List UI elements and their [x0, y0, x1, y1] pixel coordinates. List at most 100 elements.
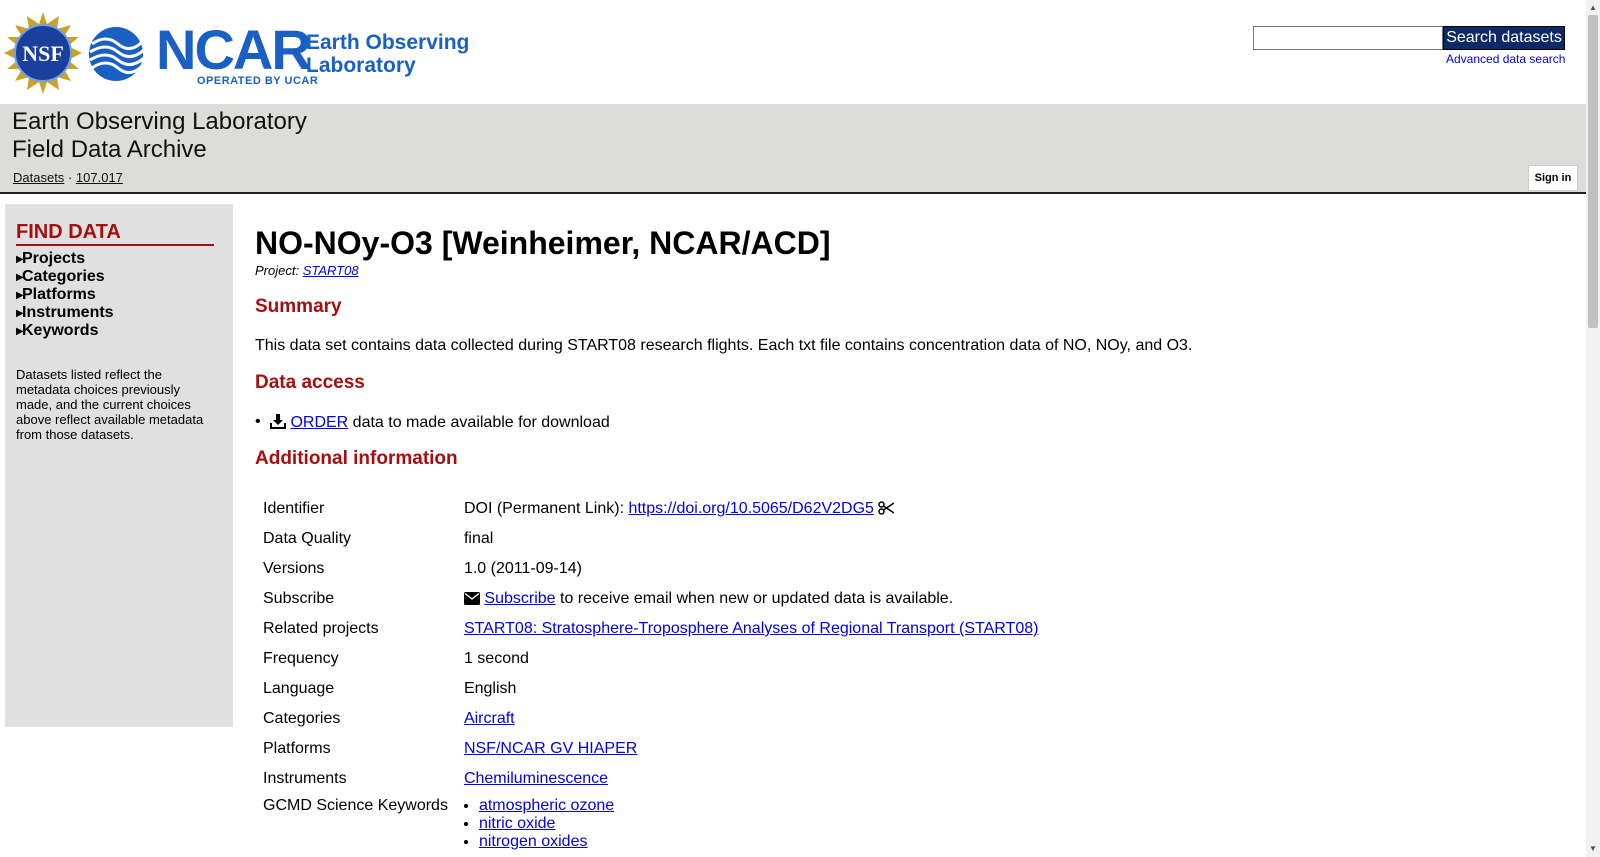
info-value: DOI (Permanent Link): https://doi.org/10…	[456, 494, 1047, 524]
info-row-categories: Categories Aircraft	[255, 704, 1046, 734]
project-prefix: Project:	[255, 263, 300, 278]
sign-in-button[interactable]: Sign in	[1528, 165, 1578, 191]
sidebar-note: Datasets listed reflect the metadata cho…	[16, 367, 204, 442]
info-value: 1 second	[463, 650, 529, 667]
info-row-platforms: Platforms NSF/NCAR GV HIAPER	[255, 734, 1046, 764]
instrument-link[interactable]: Chemiluminescence	[464, 770, 608, 787]
facet-label: Instruments	[22, 304, 114, 321]
keyword-item: atmospheric ozone	[479, 797, 1039, 815]
data-access-list: • ORDER data to made available for downl…	[255, 413, 610, 432]
envelope-icon	[463, 592, 480, 605]
breadcrumb-datasets-link[interactable]: Datasets	[13, 170, 64, 185]
search-datasets-button[interactable]: Search datasets	[1443, 26, 1565, 50]
keyword-item: nitrogen oxides	[479, 833, 1039, 851]
facet-projects[interactable]: ▶Projects	[16, 250, 114, 268]
facet-label: Platforms	[22, 286, 96, 303]
download-icon	[270, 414, 286, 429]
data-access-text: data to made available for download	[348, 414, 610, 431]
svg-text:NSF: NSF	[22, 41, 64, 66]
info-value: 1.0 (2011-09-14)	[463, 560, 582, 577]
info-row-identifier: Identifier DOI (Permanent Link): https:/…	[255, 494, 1046, 524]
scrollbar-thumb[interactable]	[1588, 15, 1598, 328]
project-line: Project: START08	[255, 263, 359, 278]
subscribe-link[interactable]: Subscribe	[484, 590, 555, 607]
summary-text: This data set contains data collected du…	[255, 337, 1193, 354]
ncar-logo-text[interactable]: NCAR	[156, 22, 312, 78]
info-value: final	[463, 530, 494, 547]
data-access-item: • ORDER data to made available for downl…	[255, 413, 610, 432]
eol-logo-line1[interactable]: Earth Observing	[306, 32, 469, 53]
additional-info-table: Identifier DOI (Permanent Link): https:/…	[255, 494, 1046, 851]
nsf-logo[interactable]: NSF	[2, 12, 84, 94]
info-label: Language	[263, 680, 335, 697]
category-link[interactable]: Aircraft	[464, 710, 515, 727]
info-row-language: Language English	[255, 674, 1046, 704]
info-label: Identifier	[263, 500, 325, 517]
facet-label: Categories	[22, 268, 105, 285]
info-label: Frequency	[263, 650, 339, 667]
info-value: Chemiluminescence	[456, 764, 1047, 794]
facet-instruments[interactable]: ▶Instruments	[16, 304, 114, 322]
site-banner: Earth Observing Laboratory Field Data Ar…	[0, 104, 1586, 194]
info-value: Subscribe to receive email when new or u…	[456, 584, 1047, 614]
site-subtitle: Field Data Archive	[12, 136, 207, 163]
info-label: Related projects	[263, 620, 379, 637]
breadcrumb-separator: ·	[67, 170, 73, 185]
info-value: atmospheric ozone nitric oxide nitrogen …	[456, 794, 1047, 851]
related-project-link[interactable]: START08: Stratosphere-Troposphere Analys…	[464, 620, 1039, 637]
scissors-icon[interactable]	[878, 501, 895, 515]
subscribe-text: to receive email when new or updated dat…	[555, 590, 954, 607]
facet-list: ▶Projects ▶Categories ▶Platforms ▶Instru…	[16, 250, 114, 340]
eol-logo-line2[interactable]: Laboratory	[306, 55, 416, 76]
info-value: NSF/NCAR GV HIAPER	[456, 734, 1047, 764]
info-value: English	[463, 680, 517, 697]
data-access-heading: Data access	[255, 372, 365, 393]
info-value: Aircraft	[456, 704, 1047, 734]
scroll-up-arrow-icon[interactable]: ▲	[1589, 3, 1597, 12]
ncar-operated-text: OPERATED BY UCAR	[197, 75, 319, 87]
project-link[interactable]: START08	[303, 263, 359, 278]
keyword-link[interactable]: nitric oxide	[479, 815, 555, 832]
ncar-globe-icon	[89, 27, 144, 81]
info-row-data-quality: Data Quality final	[255, 524, 1046, 554]
info-row-related-projects: Related projects START08: Stratosphere-T…	[255, 614, 1046, 644]
info-label: Data Quality	[263, 530, 352, 547]
additional-info-heading: Additional information	[255, 448, 458, 469]
info-row-frequency: Frequency 1 second	[255, 644, 1046, 674]
keyword-item: nitric oxide	[479, 815, 1039, 833]
info-label: GCMD Science Keywords	[263, 797, 448, 814]
page-title: NO-NOy-O3 [Weinheimer, NCAR/ACD]	[255, 225, 831, 261]
search-input[interactable]	[1253, 26, 1443, 50]
facet-label: Projects	[22, 250, 86, 267]
platform-link[interactable]: NSF/NCAR GV HIAPER	[464, 740, 637, 757]
info-row-gcmd-keywords: GCMD Science Keywords atmospheric ozone …	[255, 794, 1046, 851]
keyword-link[interactable]: nitrogen oxides	[479, 833, 588, 850]
info-value: START08: Stratosphere-Troposphere Analys…	[456, 614, 1047, 644]
scroll-down-arrow-icon[interactable]: ▼	[1589, 844, 1597, 853]
keyword-list: atmospheric ozone nitric oxide nitrogen …	[464, 797, 1039, 851]
site-title: Earth Observing Laboratory	[12, 108, 307, 135]
top-header: NSF NCAR OPERATED BY UCAR Earth Observin…	[0, 0, 1586, 104]
doi-link[interactable]: https://doi.org/10.5065/D62V2DG5	[628, 500, 874, 517]
info-label: Subscribe	[263, 590, 335, 607]
facet-label: Keywords	[22, 322, 99, 339]
info-row-versions: Versions 1.0 (2011-09-14)	[255, 554, 1046, 584]
advanced-search-link[interactable]: Advanced data search	[1446, 52, 1565, 66]
info-label: Versions	[263, 560, 325, 577]
order-link[interactable]: ORDER	[290, 414, 348, 431]
find-data-sidebar: FIND DATA ▶Projects ▶Categories ▶Platfor…	[5, 204, 233, 727]
facet-platforms[interactable]: ▶Platforms	[16, 286, 114, 304]
doi-prefix: DOI (Permanent Link):	[463, 500, 629, 517]
info-label: Instruments	[263, 770, 347, 787]
vertical-scrollbar[interactable]: ▲ ▼	[1586, 0, 1600, 857]
facet-keywords[interactable]: ▶Keywords	[16, 322, 114, 340]
find-data-heading: FIND DATA	[16, 220, 214, 246]
info-label: Platforms	[263, 740, 331, 757]
info-label: Categories	[263, 710, 341, 727]
breadcrumb-dataset-id-link[interactable]: 107.017	[76, 170, 123, 185]
facet-categories[interactable]: ▶Categories	[16, 268, 114, 286]
keyword-link[interactable]: atmospheric ozone	[479, 797, 614, 814]
info-row-instruments: Instruments Chemiluminescence	[255, 764, 1046, 794]
info-row-subscribe: Subscribe Subscribe to receive email whe…	[255, 584, 1046, 614]
summary-heading: Summary	[255, 296, 342, 317]
